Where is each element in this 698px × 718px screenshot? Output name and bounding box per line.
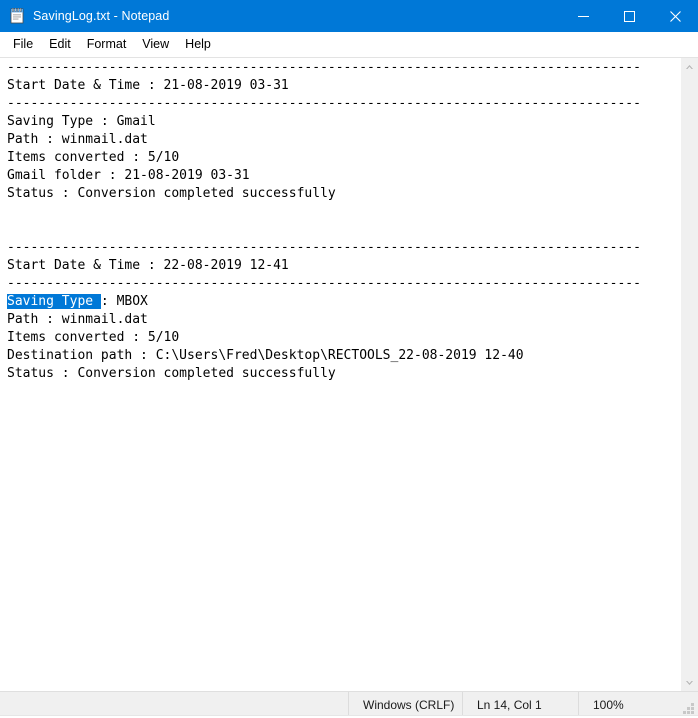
scroll-down-button[interactable] (681, 674, 698, 691)
document-line: Items converted : 5/10 (7, 330, 180, 345)
close-button[interactable] (652, 0, 698, 32)
document-line: Saving Type : MBOX (7, 294, 148, 309)
window-title: SavingLog.txt - Notepad (33, 9, 170, 23)
menu-item-help[interactable]: Help (177, 34, 219, 54)
maximize-icon (623, 10, 635, 22)
caption-button-group (560, 0, 698, 32)
minimize-button[interactable] (560, 0, 606, 32)
vertical-scrollbar[interactable] (680, 58, 698, 691)
maximize-button[interactable] (606, 0, 652, 32)
chevron-up-icon (686, 64, 693, 69)
document-line: Items converted : 5/10 (7, 150, 180, 165)
document-line: ----------------------------------------… (7, 96, 641, 111)
menu-bar: File Edit Format View Help (0, 32, 698, 57)
notepad-window: SavingLog.txt - Notepad File Edit Format… (0, 0, 698, 718)
document-line: Status : Conversion completed successful… (7, 186, 336, 201)
title-bar[interactable]: SavingLog.txt - Notepad (0, 0, 698, 32)
document-line: Status : Conversion completed successful… (7, 366, 336, 381)
menu-item-format[interactable]: Format (79, 34, 135, 54)
document-line: Destination path : C:\Users\Fred\Desktop… (7, 348, 524, 363)
text-editor[interactable]: ----------------------------------------… (0, 58, 680, 691)
chevron-down-icon (686, 680, 693, 685)
document-line: Start Date & Time : 22-08-2019 12-41 (7, 258, 289, 273)
document-line: ----------------------------------------… (7, 276, 641, 291)
scroll-up-button[interactable] (681, 58, 698, 75)
close-icon (669, 10, 681, 22)
document-line: Path : winmail.dat (7, 312, 148, 327)
document-line: Path : winmail.dat (7, 132, 148, 147)
document-line: Saving Type : Gmail (7, 114, 156, 129)
notepad-icon (9, 8, 25, 24)
text-selection: Saving Type (7, 294, 101, 309)
editor-area: ----------------------------------------… (0, 57, 698, 691)
menu-item-view[interactable]: View (134, 34, 177, 54)
minimize-icon (577, 15, 589, 17)
document-line: ----------------------------------------… (7, 240, 641, 255)
menu-item-edit[interactable]: Edit (41, 34, 79, 54)
status-bar: Windows (CRLF) Ln 14, Col 1 100% (0, 691, 698, 718)
document-line: Start Date & Time : 21-08-2019 03-31 (7, 78, 289, 93)
document-line: Gmail folder : 21-08-2019 03-31 (7, 168, 250, 183)
document-line: ----------------------------------------… (7, 60, 641, 75)
menu-item-file[interactable]: File (5, 34, 41, 54)
resize-grip-icon[interactable] (683, 703, 695, 715)
